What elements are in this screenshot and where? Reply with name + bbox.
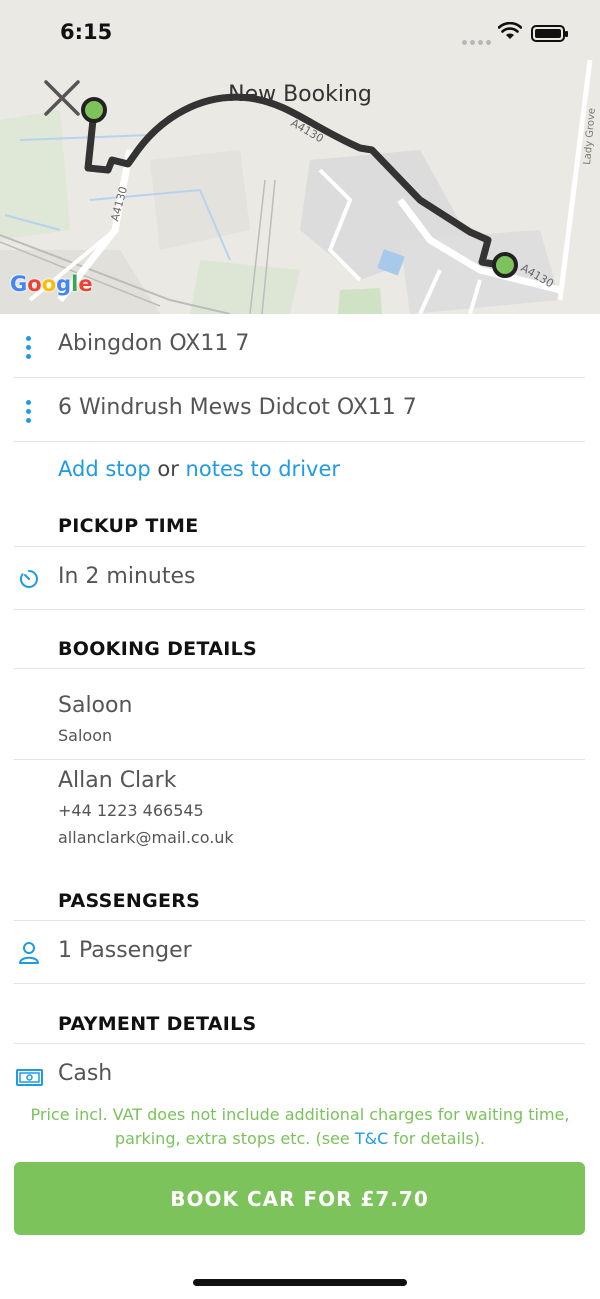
passengers-heading: PASSENGERS: [58, 890, 201, 912]
or-text: or: [157, 457, 179, 481]
google-letter: o: [41, 272, 57, 296]
google-logo: Google: [10, 272, 93, 296]
add-stop-link[interactable]: Add stop: [58, 457, 151, 481]
disclaimer-line-2-end: for details).: [393, 1129, 486, 1148]
reorder-handle-icon[interactable]: [26, 336, 31, 363]
page-title: New Booking: [228, 82, 372, 107]
cash-icon: [16, 1069, 43, 1086]
status-bar: 6:15: [0, 0, 600, 66]
pickup-time-heading: PICKUP TIME: [58, 515, 199, 537]
passengers-row[interactable]: 1 Passenger: [14, 921, 585, 984]
google-letter: e: [78, 272, 93, 296]
disclaimer-line-2-start: parking, extra stops etc. (see: [114, 1129, 350, 1148]
vehicle-type: Saloon: [58, 726, 113, 745]
home-indicator[interactable]: [193, 1279, 407, 1286]
passenger-phone: +44 1223 466545: [58, 801, 204, 820]
terms-link[interactable]: T&C: [355, 1129, 388, 1148]
status-time: 6:15: [60, 20, 113, 44]
vehicle-row[interactable]: Saloon Saloon: [14, 669, 585, 760]
payment-details-heading: PAYMENT DETAILS: [58, 1013, 257, 1035]
person-icon: [19, 942, 39, 964]
disclaimer-line-1: Price incl. VAT does not include additio…: [30, 1105, 570, 1124]
pickup-time-row[interactable]: In 2 minutes: [14, 547, 585, 610]
notes-to-driver-link[interactable]: notes to driver: [186, 457, 340, 481]
payment-value: Cash: [58, 1061, 113, 1086]
extras-links: Add stop or notes to driver: [58, 457, 340, 481]
passenger-contact-row[interactable]: Allan Clark +44 1223 466545 allanclark@m…: [14, 760, 585, 870]
battery-icon: [531, 25, 568, 42]
timer-icon: [19, 570, 38, 588]
pickup-address-row[interactable]: Abingdon OX11 7: [14, 314, 585, 378]
wifi-icon: [498, 22, 522, 39]
signal-icon: [462, 30, 494, 49]
payment-row[interactable]: Cash: [14, 1044, 585, 1096]
booking-details-heading: BOOKING DETAILS: [58, 638, 257, 660]
vehicle-name: Saloon: [58, 693, 133, 718]
dropoff-address: 6 Windrush Mews Didcot OX11 7: [58, 395, 417, 420]
passenger-email: allanclark@mail.co.uk: [58, 828, 234, 847]
price-disclaimer: Price incl. VAT does not include additio…: [0, 1103, 600, 1151]
passengers-value: 1 Passenger: [58, 938, 192, 963]
passenger-name: Allan Clark: [58, 768, 177, 793]
reorder-handle-icon[interactable]: [26, 400, 31, 427]
dropoff-address-row[interactable]: 6 Windrush Mews Didcot OX11 7: [14, 378, 585, 442]
google-letter: o: [27, 272, 42, 296]
pickup-address: Abingdon OX11 7: [58, 331, 250, 356]
google-letter: g: [56, 272, 72, 296]
pickup-time-value: In 2 minutes: [58, 564, 196, 589]
dropoff-marker: [492, 252, 518, 278]
book-car-button[interactable]: BOOK CAR FOR £7.70: [14, 1162, 585, 1235]
google-letter: G: [10, 272, 28, 296]
